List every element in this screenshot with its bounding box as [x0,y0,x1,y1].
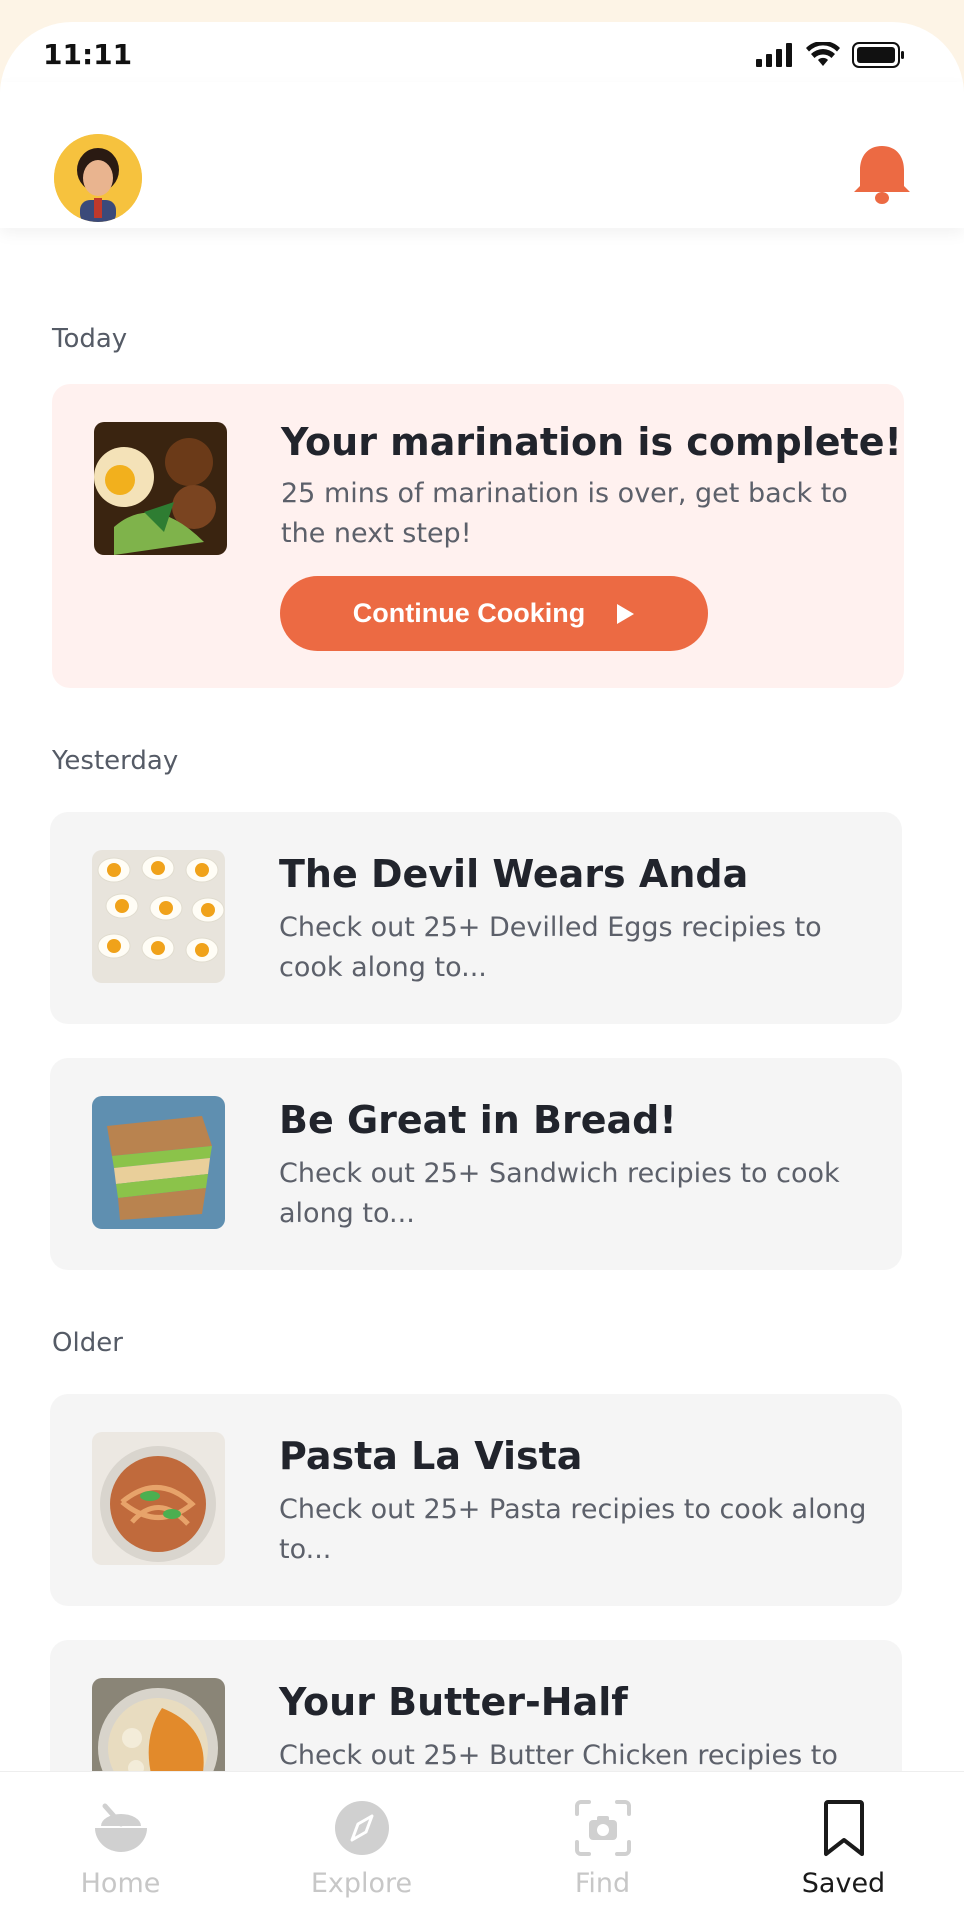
food-image-icon [92,1096,225,1229]
notification-card-pasta[interactable]: Pasta La Vista Check out 25+ Pasta recip… [50,1394,902,1606]
notification-title: Be Great in Bread! [279,1098,677,1142]
notification-title: The Devil Wears Anda [279,852,749,896]
status-time: 11:11 [43,38,133,71]
tab-find[interactable]: Find [482,1772,723,1917]
section-label-yesterday: Yesterday [52,746,179,776]
food-image-icon [94,422,227,555]
tab-explore[interactable]: Explore [241,1772,482,1917]
compass-icon [334,1801,389,1855]
notification-body: Check out 25+ Sandwich recipies to cook … [279,1158,840,1229]
bell-icon[interactable] [854,142,910,206]
phone-screen: 11:11 Today Your marination is complete!… [0,22,964,1917]
notification-title: Your marination is complete! [281,420,902,464]
tab-home[interactable]: Home [0,1772,241,1917]
notification-title: Your Butter-Half [279,1680,628,1724]
camera-icon [574,1800,631,1856]
tab-saved[interactable]: Saved [723,1772,964,1917]
user-avatar-icon [54,134,142,222]
notification-title: Pasta La Vista [279,1434,583,1478]
bottom-tab-bar: Home Explore Find Saved [0,1771,964,1917]
continue-cooking-button[interactable]: Continue Cooking [280,576,708,651]
notification-body: Check out 25+ Devilled Eggs recipies to … [279,912,822,983]
continue-cooking-label: Continue Cooking [352,598,586,628]
section-label-today: Today [52,324,128,354]
notification-body: 25 mins of marination is over, get back … [281,478,848,549]
recipe-thumbnail [92,1096,225,1229]
status-icons [756,42,906,68]
tab-label: Find [574,1868,631,1899]
food-image-icon [92,1432,225,1565]
battery-icon [852,42,904,68]
notification-card-sandwich[interactable]: Be Great in Bread! Check out 25+ Sandwic… [50,1058,902,1270]
food-image-icon [92,850,225,983]
recipe-thumbnail [92,1432,225,1565]
section-label-older: Older [52,1328,123,1358]
top-bar [0,82,964,228]
notification-body: Check out 25+ Pasta recipies to cook alo… [279,1494,867,1565]
wifi-icon [806,42,840,66]
tab-label: Home [80,1868,161,1899]
status-bar: 11:11 [0,22,964,82]
tab-label: Explore [310,1868,413,1899]
bowl-icon [94,1803,147,1852]
notification-card-devilled-eggs[interactable]: The Devil Wears Anda Check out 25+ Devil… [50,812,902,1024]
play-icon [617,603,635,624]
notification-card-marination[interactable]: Your marination is complete! 25 mins of … [52,384,904,688]
signal-icon [756,43,792,67]
recipe-thumbnail [94,422,227,555]
notifications-list[interactable]: Today Your marination is complete! 25 mi… [0,228,964,1794]
recipe-thumbnail [92,850,225,983]
bookmark-icon [823,1800,864,1856]
tab-label: Saved [801,1868,886,1899]
avatar[interactable] [54,134,142,222]
